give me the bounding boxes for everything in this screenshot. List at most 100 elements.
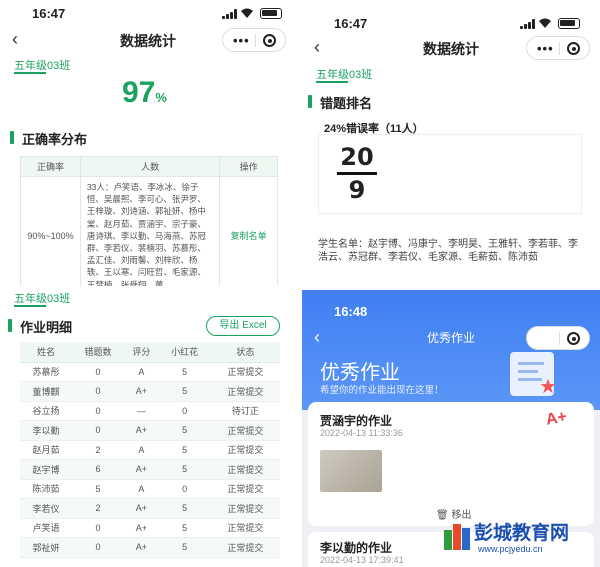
col-header: 评分 <box>124 342 159 363</box>
col-header: 错题数 <box>72 342 124 363</box>
table-cell: A <box>124 440 159 460</box>
fraction-numerator: 20 <box>340 143 374 171</box>
homework-card[interactable]: 贾涵宇的作业 2022-04-13 11:33:36 A+ 🗑 移出 <box>308 402 594 526</box>
table-cell: 正常提交 <box>210 362 280 382</box>
wifi-icon <box>539 18 551 28</box>
nav-bar: ‹ 数据统计 ••• <box>0 26 296 54</box>
table-cell: 0 <box>158 479 211 499</box>
table-cell: 5 <box>158 381 211 402</box>
table-row: 谷立扬 0—0 待订正 <box>20 401 280 421</box>
table-cell: A+ <box>124 459 159 480</box>
target-icon[interactable] <box>263 34 276 47</box>
target-icon[interactable] <box>567 42 580 55</box>
mini-program-capsule[interactable]: ••• <box>526 326 590 350</box>
col-header: 正确率 <box>20 156 81 177</box>
status-time: 16:47 <box>32 6 66 21</box>
capsule-divider <box>559 332 560 345</box>
table-cell: 0 <box>72 420 124 441</box>
fraction: 20 9 <box>337 143 377 204</box>
mini-program-capsule[interactable]: ••• <box>526 36 590 60</box>
col-header: 状态 <box>210 342 280 363</box>
table-cell: — <box>124 401 159 421</box>
status-bar: 16:47 <box>302 16 600 32</box>
table-cell: A <box>124 362 159 382</box>
class-underline <box>14 72 46 74</box>
col-header: 操作 <box>219 156 278 177</box>
table-cell: 正常提交 <box>210 537 280 558</box>
table-cell: 5 <box>158 459 211 480</box>
capsule-divider <box>559 42 560 55</box>
table-cell: 正常提交 <box>210 518 280 538</box>
watermark-name: 彭城教育网 <box>474 523 570 544</box>
table-cell: 正常提交 <box>210 381 280 402</box>
homework-table: 姓名 错题数 评分 小红花 状态 苏慕彤 0 A 5 正常提交 董博麒 0 A+ 5 正常提交 谷立… <box>20 342 280 558</box>
excellent-panel: 16:48 ‹ 优秀作业 ••• 优秀作业 希望你的作业能出现在这里！ ★ 贾涵… <box>302 290 600 567</box>
battery-icon <box>558 18 580 29</box>
watermark: 彭城教育网 www.pcjyedu.cn <box>444 518 594 560</box>
homework-section-title: 作业明细 <box>8 317 72 336</box>
wifi-icon <box>241 8 253 18</box>
signal-icon <box>222 9 238 19</box>
class-underline <box>316 81 348 83</box>
question-image[interactable]: 20 9 <box>318 134 582 214</box>
battery-icon <box>260 8 282 19</box>
table-row: 董博麒 0 A+ 5 正常提交 <box>20 381 280 402</box>
table-cell: 6 <box>72 459 124 480</box>
signal-icon <box>520 19 536 29</box>
homework-panel: 五年级03班 作业明细 导出 Excel 姓名 错题数 评分 小红花 状态 苏慕… <box>0 290 296 567</box>
nav-bar: ‹ 优秀作业 ••• <box>302 324 600 352</box>
table-cell: 卢笑语 <box>20 518 72 538</box>
table-cell: 0 <box>72 518 124 538</box>
card-time: 2022-04-13 17:39:41 <box>320 555 404 565</box>
card-title: 贾涵宇的作业 <box>320 414 393 428</box>
student-list: 学生名单：赵宇博、冯康宁、李明昊、王雅轩、李若菲、李浩云、苏冠群、李若仪、毛家源… <box>318 239 578 263</box>
table-cell: 5 <box>158 518 211 538</box>
table-cell: A+ <box>124 381 159 402</box>
more-dots-icon[interactable]: ••• <box>537 41 554 56</box>
star-icon: ★ <box>539 376 557 398</box>
table-row: 赵月茹 2 A 5 正常提交 <box>20 440 280 460</box>
a-plus-stamp: A+ <box>544 408 569 429</box>
table-cell: A+ <box>124 420 159 441</box>
table-cell: 李若仪 <box>20 498 72 519</box>
class-name: 五年级03班 <box>14 293 71 305</box>
table-cell: 5 <box>158 498 211 519</box>
accuracy-unit: % <box>155 90 167 105</box>
export-excel-button[interactable]: 导出 Excel <box>206 316 280 336</box>
table-cell: 正常提交 <box>210 498 280 519</box>
status-time: 16:48 <box>334 304 368 319</box>
banner-title: 优秀作业 <box>320 362 400 384</box>
table-cell: 正常提交 <box>210 459 280 480</box>
card-title: 李以勤的作业 <box>320 541 393 555</box>
table-row: 郭祉妍 0 A+ 5 正常提交 <box>20 537 280 558</box>
names-cell: 33人：卢笑语、李冰冰、徐子恒、吴晨熙、李可心、张尹罗、王梓璇、刘诗涵、郭祉妍、… <box>79 176 221 286</box>
table-cell: 0 <box>158 401 211 421</box>
col-header: 人数 <box>79 156 221 177</box>
table-cell: 李以勤 <box>20 420 72 441</box>
table-cell: 董博麒 <box>20 381 72 402</box>
homework-thumbnail[interactable] <box>320 450 382 492</box>
accuracy-value: 97% <box>122 76 167 110</box>
class-name: 五年级03班 <box>316 69 373 81</box>
table-cell: A <box>124 479 159 499</box>
table-cell: A+ <box>124 498 159 519</box>
table-cell: 陈沛茹 <box>20 479 72 499</box>
table-row: 卢笑语 0 A+ 5 正常提交 <box>20 518 280 538</box>
accuracy-number: 97 <box>122 76 156 109</box>
fraction-bar <box>337 172 377 175</box>
table-cell: A+ <box>124 518 159 538</box>
table-cell: 5 <box>158 537 211 558</box>
stats-panel: 16:47 ‹ 数据统计 ••• 五年级03班 97% 正确率分布 正确率 人数… <box>0 0 296 286</box>
table-cell: 0 <box>72 401 124 421</box>
more-dots-icon[interactable]: ••• <box>233 33 250 48</box>
status-time: 16:47 <box>334 16 368 31</box>
card-time: 2022-04-13 11:33:36 <box>320 428 403 438</box>
fraction-denominator: 9 <box>348 176 366 204</box>
more-dots-icon[interactable]: ••• <box>537 331 554 346</box>
table-cell: 正常提交 <box>210 440 280 460</box>
col-header: 小红花 <box>158 342 211 363</box>
table-cell: 苏慕彤 <box>20 362 72 382</box>
copy-list-button[interactable]: 复制名单 <box>219 176 278 286</box>
target-icon[interactable] <box>567 332 580 345</box>
mini-program-capsule[interactable]: ••• <box>222 28 286 52</box>
